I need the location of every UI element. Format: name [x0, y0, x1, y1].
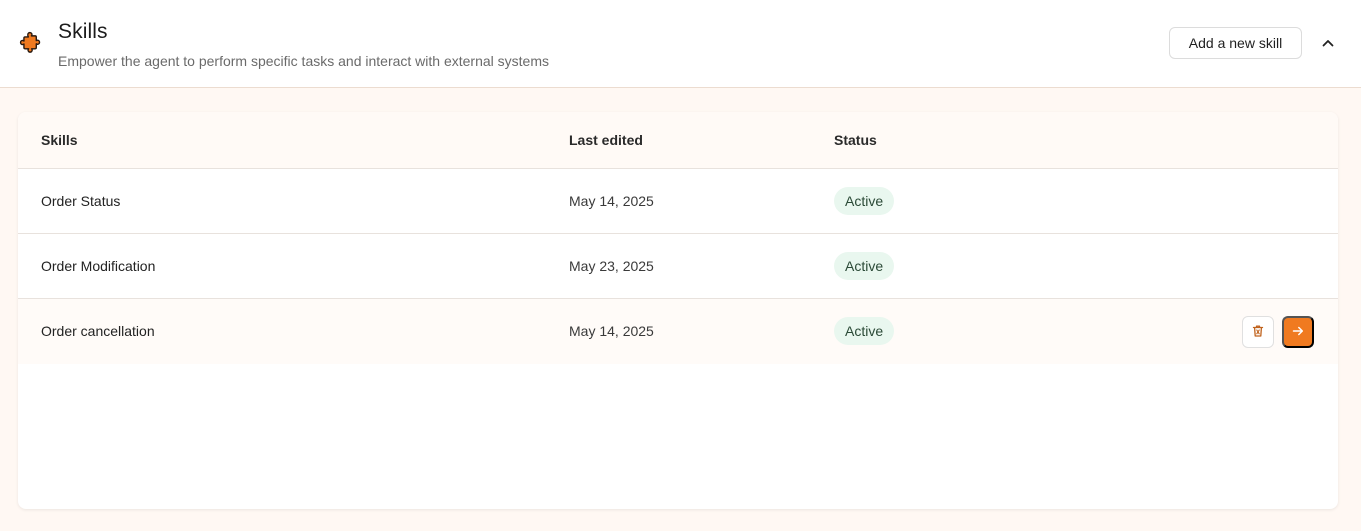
skill-name: Order Modification: [41, 258, 156, 274]
table-row[interactable]: Order Status May 14, 2025 Active: [18, 169, 1338, 234]
status-badge: Active: [834, 187, 895, 215]
skill-name: Order cancellation: [41, 323, 155, 339]
table-row[interactable]: Order cancellation May 14, 2025 Active: [18, 299, 1338, 364]
delete-skill-button[interactable]: [1242, 316, 1274, 348]
add-skill-button[interactable]: Add a new skill: [1169, 27, 1302, 59]
last-edited-date: May 14, 2025: [569, 193, 654, 209]
skill-name: Order Status: [41, 193, 121, 209]
skills-table: Skills Last edited Status Order Status M…: [18, 112, 1338, 509]
trash-icon: [1251, 324, 1265, 341]
table-header: Skills Last edited Status: [18, 112, 1338, 169]
open-skill-button[interactable]: [1282, 316, 1314, 348]
page-title: Skills: [58, 20, 108, 43]
puzzle-icon: [17, 31, 43, 57]
page-subtitle: Empower the agent to perform specific ta…: [58, 53, 549, 69]
skills-header: Skills Empower the agent to perform spec…: [0, 0, 1361, 88]
chevron-up-icon[interactable]: [1316, 31, 1340, 55]
column-header-skills: Skills: [41, 132, 78, 148]
arrow-right-icon: [1291, 324, 1305, 341]
status-badge: Active: [834, 317, 895, 345]
table-row[interactable]: Order Modification May 23, 2025 Active: [18, 234, 1338, 299]
status-badge: Active: [834, 252, 895, 280]
last-edited-date: May 23, 2025: [569, 258, 654, 274]
last-edited-date: May 14, 2025: [569, 323, 654, 339]
column-header-last-edited: Last edited: [569, 132, 643, 148]
column-header-status: Status: [834, 132, 877, 148]
